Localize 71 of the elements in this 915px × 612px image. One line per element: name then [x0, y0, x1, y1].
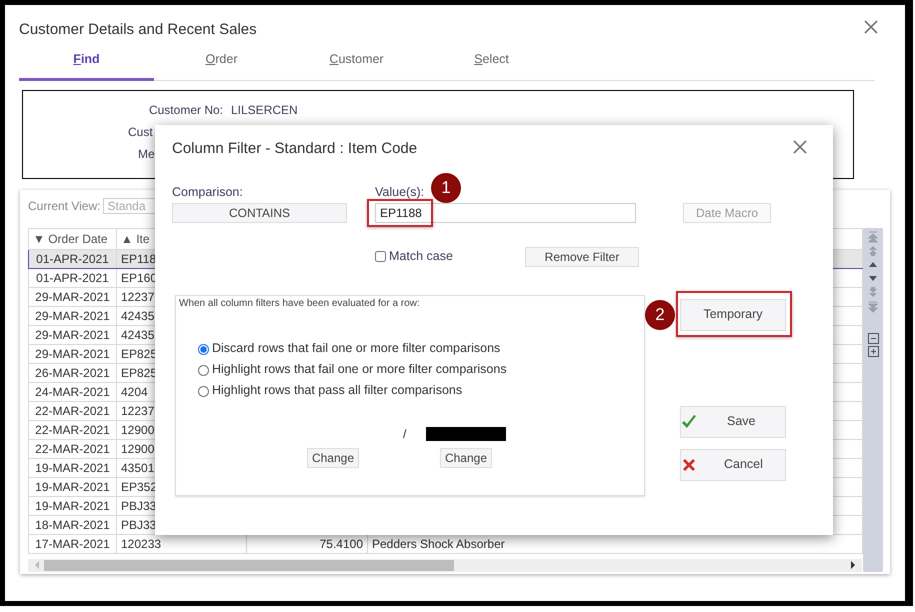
table-cell: 01-APR-2021 [36, 270, 109, 285]
table-cell: 01-APR-2021 [36, 252, 109, 266]
radio-label: Highlight rows that pass all filter comparisons [212, 382, 462, 399]
table-cell: 43501 [121, 460, 154, 475]
close-icon [863, 19, 879, 35]
radio-button[interactable] [198, 386, 209, 397]
table-cell: 29-MAR-2021 [35, 346, 110, 361]
field-label: Cust [128, 124, 153, 141]
table-cell: 19-MAR-2021 [35, 480, 110, 494]
table-cell: 19-MAR-2021 [35, 460, 110, 475]
table-cell: 29-MAR-2021 [35, 328, 110, 342]
horizontal-scrollbar[interactable] [28, 558, 862, 572]
minus-box-icon[interactable] [868, 332, 878, 344]
temporary-button[interactable]: Temporary [680, 298, 786, 331]
close-button[interactable] [792, 139, 808, 155]
checkbox-label: Match case [389, 248, 453, 266]
table-cell: 19-MAR-2021 [35, 498, 110, 513]
field-label: Customer No: [148, 102, 223, 119]
field-value: LILSERCEN [231, 102, 298, 119]
check-icon [681, 414, 697, 430]
change-button[interactable]: Change [307, 448, 359, 468]
cross-icon [681, 456, 697, 473]
table-cell: 120233 [121, 536, 162, 551]
cancel-button[interactable]: Cancel [680, 448, 786, 481]
field-label: Value(s): [375, 184, 424, 201]
table-cell: 42435 [121, 308, 154, 323]
table-cell: 12900 [121, 442, 154, 456]
table-cell: EP118 [121, 252, 156, 266]
table-cell: 26-MAR-2021 [35, 366, 110, 380]
window-title: Customer Details and Recent Sales [18, 20, 258, 40]
plus-box-icon[interactable] [868, 346, 878, 357]
scrollbar-thumb[interactable] [44, 560, 454, 571]
table-cell: 12237 [121, 290, 154, 304]
table-cell: 75.4100 [320, 536, 363, 551]
match-case-checkbox[interactable] [375, 251, 386, 262]
table-cell: PBJ33 [121, 498, 156, 513]
column-header[interactable]: ▼ Order Date [28, 228, 116, 250]
close-button[interactable] [863, 19, 879, 35]
table-cell: 12900 [121, 422, 154, 437]
table-cell: 18-MAR-2021 [35, 518, 110, 532]
change-button[interactable]: Change [440, 448, 492, 468]
group-legend: When all column filters have been evaluated for a row: [179, 296, 641, 311]
table-cell: 4204 [121, 384, 148, 399]
save-button[interactable]: Save [680, 406, 786, 438]
table-cell: 22-MAR-2021 [35, 442, 110, 456]
table-cell: 29-MAR-2021 [35, 308, 110, 323]
field-label: Me [138, 146, 155, 163]
remove-filter-button[interactable]: Remove Filter [525, 246, 639, 267]
close-icon [792, 139, 808, 155]
table-cell: Pedders Shock Absorber [372, 536, 505, 551]
scroll-right-icon[interactable] [850, 561, 856, 570]
tab[interactable]: Customer [289, 43, 424, 81]
table-cell: PBJ33 [121, 518, 156, 532]
tab[interactable]: Order [154, 43, 289, 81]
field-label: Comparison: [172, 184, 244, 201]
radio-button[interactable] [198, 344, 209, 355]
table-cell: 29-MAR-2021 [35, 290, 110, 304]
radio-label: Highlight rows that fail one or more filter comparisons [212, 360, 507, 378]
field-label: Current View: [28, 198, 100, 215]
tab[interactable]: Select [424, 43, 559, 81]
radio-button[interactable] [198, 364, 209, 376]
table-cell: 17-MAR-2021 [35, 536, 110, 551]
dialog-title: Column Filter - Standard : Item Code [172, 139, 418, 159]
table-cell: 22-MAR-2021 [35, 404, 110, 418]
table-cell: 42435 [121, 328, 154, 342]
tab[interactable]: Find [19, 43, 154, 81]
table-cell: 24-MAR-2021 [35, 384, 110, 399]
value-field[interactable]: EP1188 [375, 202, 636, 223]
table-cell: 12237 [121, 404, 154, 418]
comparison-button[interactable]: CONTAINS [172, 202, 347, 223]
table-cell: 22-MAR-2021 [35, 422, 110, 437]
